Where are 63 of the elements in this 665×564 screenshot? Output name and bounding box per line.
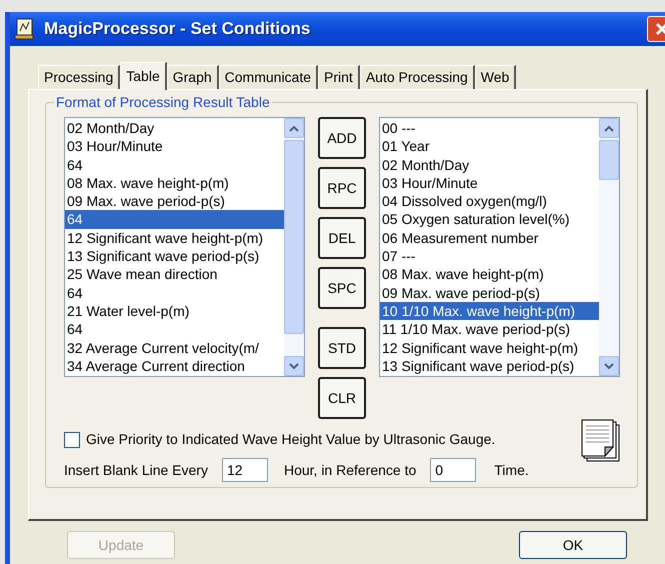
action-button[interactable]: STD: [318, 327, 366, 369]
list-item[interactable]: 64: [65, 156, 284, 174]
list-item[interactable]: 09 Max. wave period-p(s): [380, 284, 599, 302]
list-item[interactable]: 13 Significant wave period-p(s): [65, 247, 284, 266]
scrollbar-thumb[interactable]: [284, 140, 304, 334]
list-item[interactable]: 21 Water level-p(m): [65, 302, 284, 320]
list-item[interactable]: 32 Average Current velocity(m/: [65, 338, 284, 357]
list-item[interactable]: 64: [65, 284, 284, 302]
action-button[interactable]: SPC: [318, 267, 366, 309]
caret-up-icon[interactable]: [604, 124, 614, 132]
input-field[interactable]: 12: [222, 458, 268, 482]
window-title: MagicProcessor - Set Conditions: [44, 18, 310, 40]
checkbox[interactable]: [64, 432, 80, 448]
action-button[interactable]: DEL: [318, 217, 366, 259]
list-item[interactable]: 02 Month/Day: [65, 119, 284, 138]
list-item[interactable]: 10 1/10 Max. wave height-p(m): [380, 302, 599, 320]
list-item[interactable]: 64: [65, 210, 284, 229]
list-item[interactable]: 07 ---: [380, 247, 599, 266]
list-item[interactable]: 64: [65, 320, 284, 339]
action-button[interactable]: ADD: [318, 117, 366, 159]
tab[interactable]: Print: [318, 65, 360, 89]
list-item[interactable]: 04 Dissolved oxygen(mg/l): [380, 192, 599, 210]
list-item[interactable]: 25 Wave mean direction: [65, 265, 284, 284]
list-item[interactable]: 12 Significant wave height-p(m): [380, 338, 599, 357]
input-field[interactable]: 0: [430, 458, 476, 482]
list-item[interactable]: 00 ---: [380, 119, 599, 138]
tab[interactable]: Table: [120, 62, 167, 90]
tab[interactable]: Web: [474, 65, 516, 89]
tab[interactable]: Processing: [38, 65, 120, 89]
list-item[interactable]: 12 Significant wave height-p(m): [65, 228, 284, 248]
list-item[interactable]: 08 Max. wave height-p(m): [380, 265, 599, 284]
tab[interactable]: Auto Processing: [360, 65, 475, 89]
scrollbar-thumb[interactable]: [599, 140, 619, 180]
list-box[interactable]: [64, 117, 305, 377]
scrollbar[interactable]: [599, 118, 619, 376]
list-item[interactable]: 03 Hour/Minute: [380, 174, 599, 192]
list-item[interactable]: 08 Max. wave height-p(m): [65, 174, 284, 192]
action-button[interactable]: RPC: [318, 167, 366, 209]
list-box[interactable]: [379, 117, 620, 377]
tab[interactable]: Graph: [166, 65, 219, 89]
field-label: Time.: [494, 460, 529, 480]
list-item[interactable]: 05 Oxygen saturation level(%): [380, 210, 599, 229]
list-item[interactable]: 06 Measurement number: [380, 228, 599, 248]
list-item[interactable]: 11 1/10 Max. wave period-p(s): [380, 320, 599, 339]
group-title: Format of Processing Result Table: [54, 94, 272, 111]
field-label: Hour, in Reference to: [284, 460, 416, 480]
app-icon: [14, 18, 36, 40]
caret-down-icon[interactable]: [289, 362, 299, 370]
list-item[interactable]: 02 Month/Day: [380, 156, 599, 174]
checkbox-label: Give Priority to Indicated Wave Height Value by Ultrasonic Gauge.: [86, 430, 496, 449]
ok-button[interactable]: OK: [519, 531, 627, 559]
caret-up-icon[interactable]: [289, 124, 299, 132]
tab[interactable]: Communicate: [218, 65, 318, 89]
caret-down-icon[interactable]: [604, 362, 614, 370]
list-item[interactable]: 34 Average Current direction: [65, 356, 284, 376]
scrollbar[interactable]: [284, 118, 304, 376]
document-icon[interactable]: [581, 419, 621, 463]
list-item[interactable]: 13 Significant wave period-p(s): [380, 356, 599, 376]
field-label: Insert Blank Line Every: [64, 460, 208, 480]
list-item[interactable]: 03 Hour/Minute: [65, 137, 284, 156]
list-item[interactable]: 01 Year: [380, 137, 599, 156]
action-button[interactable]: CLR: [318, 377, 366, 419]
list-item[interactable]: 09 Max. wave period-p(s): [65, 192, 284, 210]
